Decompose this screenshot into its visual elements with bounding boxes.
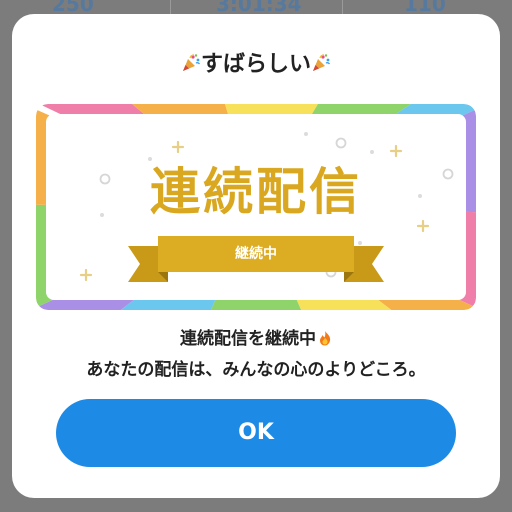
dialog-title: すばらしい xyxy=(12,52,500,78)
streak-badge-card: 連続配信 継続中 xyxy=(36,104,476,310)
dialog-title-text: すばらしい xyxy=(200,52,311,77)
message-line-1: 連続配信を継続中 xyxy=(12,328,500,350)
message-line-2: あなたの配信は、みんなの心のよりどころ。 xyxy=(86,360,426,380)
achievement-dialog: すばらしい 連続配信 継続中 連続配信を継続中 あなたの配信は、みんなの心のより… xyxy=(12,14,500,498)
ribbon-label: 継続中 xyxy=(235,246,277,262)
fire-icon xyxy=(318,330,332,346)
ok-button-label: OK xyxy=(238,420,274,445)
party-popper-icon xyxy=(311,53,331,73)
status-ribbon: 継続中 xyxy=(128,232,384,284)
party-popper-icon xyxy=(181,53,201,73)
badge-title: 連続配信 xyxy=(150,163,362,221)
ok-button[interactable]: OK xyxy=(56,399,456,467)
message-line-1-text: 連続配信を継続中 xyxy=(180,329,316,349)
badge-inner-panel: 連続配信 継続中 xyxy=(46,114,466,300)
